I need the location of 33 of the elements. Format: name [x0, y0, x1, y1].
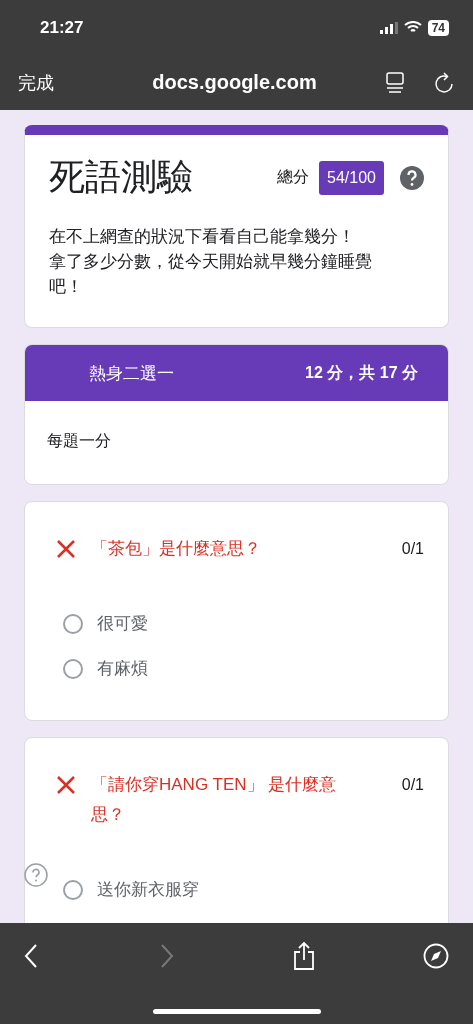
done-button[interactable]: 完成 [18, 70, 54, 95]
url-text: docs.google.com [151, 71, 318, 94]
reader-icon[interactable] [385, 71, 405, 94]
section-description: 每題一分 [46, 431, 112, 451]
reload-icon[interactable] [433, 71, 455, 94]
question-text: 「請你穿HANG TEN」 是什麼意思？ [91, 774, 338, 826]
option-label: 有麻煩 [97, 658, 148, 680]
form-title: 死語測驗 [49, 155, 194, 199]
signal-icon [379, 21, 398, 34]
back-icon[interactable] [24, 943, 38, 969]
option-label: 很可愛 [97, 613, 148, 635]
total-score: 54/100 [319, 160, 384, 195]
share-icon[interactable] [292, 941, 316, 971]
cross-icon [55, 538, 77, 560]
form-description: 拿了多少分數，從今天開始就早幾分鐘睡覺吧！ [49, 251, 373, 298]
battery-level: 74 [427, 19, 449, 36]
question-points: 0/1 [401, 775, 424, 795]
radio-button[interactable] [63, 879, 83, 900]
radio-button[interactable] [63, 658, 83, 679]
status-time: 21:27 [40, 17, 84, 38]
form-description: 在不上網查的狀況下看看自己能拿幾分！ [49, 226, 355, 248]
help-icon[interactable] [24, 863, 48, 887]
question-points: 0/1 [401, 539, 424, 559]
cross-icon [55, 774, 77, 796]
help-icon[interactable] [400, 165, 424, 190]
radio-button[interactable] [63, 613, 83, 634]
section-title: 熱身二選一 [89, 362, 174, 385]
compass-icon[interactable] [423, 943, 449, 969]
option-label: 送你新衣服穿 [97, 879, 199, 901]
section-score: 12 分，共 17 分 [305, 362, 418, 383]
question-text: 「茶包」是什麼意思？ [91, 538, 262, 560]
wifi-icon [403, 21, 422, 34]
total-score-label: 總分 [277, 167, 310, 187]
